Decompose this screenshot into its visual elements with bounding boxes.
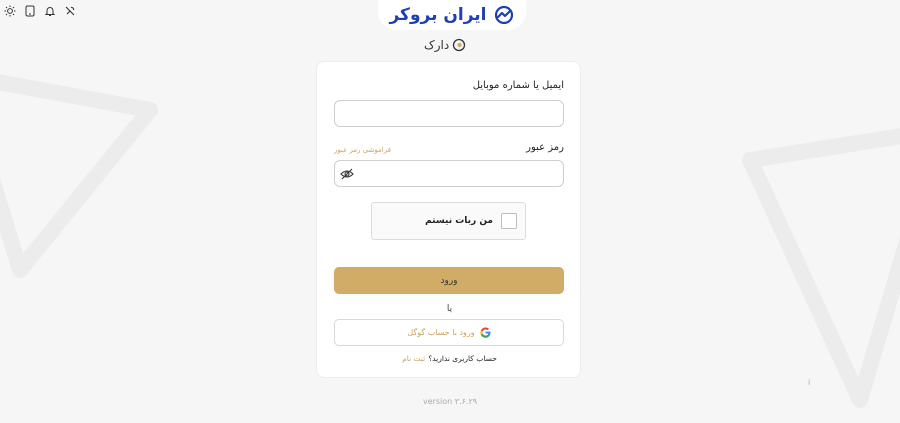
brand-banner: ایران بروکر — [378, 0, 526, 30]
recaptcha-widget: من ربات نیستم — [371, 202, 526, 240]
recaptcha-label: من ربات نیستم — [425, 216, 493, 226]
tool-icon[interactable] — [63, 4, 77, 18]
email-label: ایمیل یا شماره موبایل — [472, 80, 564, 91]
password-label: رمز عبور — [526, 142, 564, 153]
corner-mark: i — [808, 378, 811, 387]
forgot-password-link[interactable]: فراموشی رمز عبور — [334, 146, 391, 154]
signup-row: حساب کاربری ندارید؟ ثبت نام — [317, 354, 582, 363]
google-login-button[interactable]: ورود با حساب گوگل — [334, 319, 564, 346]
google-login-label: ورود با حساب گوگل — [407, 328, 475, 337]
sun-icon[interactable] — [3, 4, 17, 18]
email-input[interactable] — [334, 100, 564, 127]
phone-icon[interactable] — [23, 4, 37, 18]
app-logo-text: دارک — [424, 38, 450, 52]
top-toolbar — [3, 4, 77, 18]
recaptcha-checkbox[interactable] — [501, 213, 517, 229]
login-card: ایمیل یا شماره موبایل رمز عبور فراموشی ر… — [316, 61, 581, 378]
eye-off-icon[interactable] — [340, 167, 354, 181]
or-separator: یا — [446, 304, 453, 314]
chart-logo-icon — [494, 6, 513, 24]
signup-question: حساب کاربری ندارید؟ — [428, 354, 497, 363]
coin-icon — [453, 38, 466, 52]
bell-icon[interactable] — [43, 4, 57, 18]
password-input[interactable] — [334, 160, 564, 187]
brand-name: ایران بروکر — [389, 5, 487, 25]
app-logo: دارک — [424, 36, 466, 54]
version-label: version ۳.۶.۲۹ — [422, 397, 478, 406]
signup-link[interactable]: ثبت نام — [402, 354, 425, 363]
google-icon — [480, 327, 491, 338]
login-button[interactable]: ورود — [334, 267, 564, 294]
